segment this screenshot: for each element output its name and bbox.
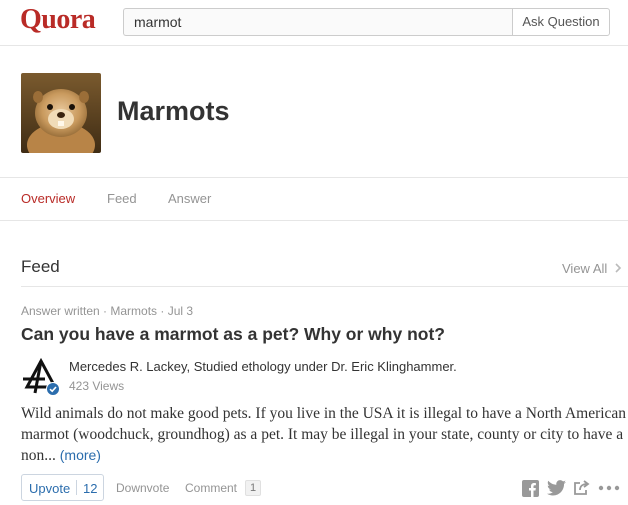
- view-count: 423 Views: [69, 379, 125, 393]
- more-options-icon[interactable]: [598, 485, 620, 491]
- topic-image[interactable]: [21, 73, 101, 153]
- author-credential[interactable]: Mercedes R. Lackey, Studied ethology und…: [69, 359, 457, 374]
- feed-heading: Feed: [21, 257, 60, 276]
- upvote-button[interactable]: Upvote 12: [21, 474, 104, 501]
- answer-body: Wild animals do not make good pets. If y…: [21, 405, 627, 464]
- upvote-divider: [76, 480, 77, 495]
- top-header: Quora Ask Question: [0, 0, 628, 46]
- question-title[interactable]: Can you have a marmot as a pet? Why or w…: [21, 324, 445, 345]
- twitter-icon[interactable]: [547, 480, 566, 496]
- marmot-photo: [21, 73, 101, 153]
- tab-feed[interactable]: Feed: [107, 191, 137, 206]
- avatar[interactable]: [21, 357, 61, 397]
- divider: [21, 286, 628, 287]
- topic-tabs: Overview Feed Answer: [0, 177, 628, 221]
- answer-meta: Answer written · Marmots · Jul 3: [21, 304, 194, 318]
- more-link[interactable]: (more): [60, 447, 101, 463]
- tab-answer[interactable]: Answer: [168, 191, 211, 206]
- search-input[interactable]: [123, 8, 512, 36]
- view-all-link[interactable]: View All: [562, 261, 607, 276]
- tab-overview[interactable]: Overview: [21, 191, 75, 206]
- verified-badge-icon: [46, 382, 60, 396]
- downvote-button[interactable]: Downvote: [116, 481, 169, 495]
- upvote-count: 12: [83, 481, 98, 496]
- share-icon[interactable]: [573, 479, 591, 496]
- ask-question-button[interactable]: Ask Question: [512, 8, 610, 36]
- upvote-label: Upvote: [29, 481, 71, 496]
- facebook-icon[interactable]: [522, 480, 539, 497]
- answer-text: Wild animals do not make good pets. If y…: [21, 403, 628, 466]
- comment-count: 1: [245, 480, 262, 496]
- chevron-right-icon[interactable]: [613, 262, 623, 274]
- quora-logo[interactable]: Quora: [20, 4, 96, 36]
- comment-button[interactable]: Comment: [185, 481, 237, 495]
- topic-title: Marmots: [117, 96, 230, 126]
